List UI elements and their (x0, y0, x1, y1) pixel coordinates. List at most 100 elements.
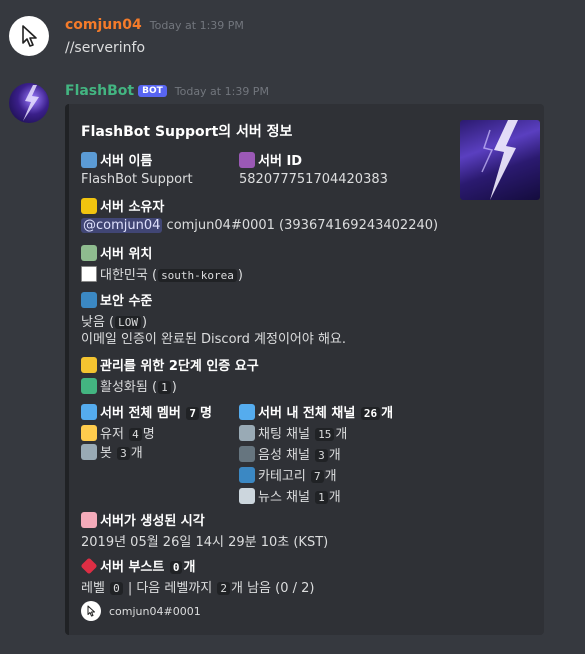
newspaper-icon (239, 488, 255, 504)
field-verification-label: 보안 수준 (81, 290, 152, 309)
cursor-avatar-icon (22, 25, 37, 47)
field-boost-label: 서버 부스트 0개 (80, 556, 196, 575)
voice-count: 3 (315, 449, 328, 462)
bots-label: 봇 (100, 446, 112, 461)
map-icon (81, 245, 97, 261)
keyboard-icon (239, 425, 255, 441)
boost-tail: 개 남음 (0 / 2) (231, 581, 315, 596)
boost-count: 0 (169, 561, 183, 574)
person-icon (81, 425, 97, 441)
boost-level: 0 (110, 582, 123, 595)
field-mfa-label: 관리를 위한 2단계 인증 요구 (81, 355, 259, 374)
news-label: 뉴스 채널 (258, 490, 310, 505)
user-avatar[interactable] (9, 16, 49, 56)
field-server-id-label: 서버 ID (239, 150, 302, 169)
users-label: 유저 (100, 427, 124, 442)
shield-icon (81, 292, 97, 308)
bots-unit: 개 (130, 446, 143, 461)
field-boost-value: 레벨 0 | 다음 레벨까지 2개 남음 (0 / 2) (81, 577, 314, 596)
cake-icon (81, 512, 97, 528)
category-unit: 개 (324, 469, 337, 484)
field-members-users: 유저 4명 (81, 423, 155, 442)
field-region-label: 서버 위치 (81, 243, 152, 262)
boost-unit: 개 (183, 560, 196, 575)
members-unit: 명 (199, 406, 212, 421)
users-unit: 명 (142, 427, 155, 442)
owner-mention[interactable]: @comjun04 (81, 218, 163, 233)
label-text: 서버가 생성된 시각 (100, 514, 205, 529)
region-name: 대한민국 (100, 268, 148, 283)
category-count: 7 (310, 470, 324, 483)
people-icon (81, 404, 97, 420)
field-channels-news: 뉴스 채널 1개 (239, 486, 341, 505)
text-count: 15 (315, 428, 335, 441)
crown-icon (81, 198, 97, 214)
bot-avatar[interactable] (9, 83, 49, 123)
members-count: 7 (186, 407, 199, 420)
lightning-thumbnail-icon (481, 120, 518, 200)
field-channels-voice: 음성 채널 3개 (239, 444, 341, 463)
embed-footer: comjun04#0001 (81, 601, 201, 621)
username[interactable]: comjun04 Today at 1:39 PM (65, 17, 244, 33)
id-icon (239, 152, 255, 168)
diamond-icon (80, 557, 98, 575)
lightning-avatar-icon (23, 85, 39, 121)
bot-username[interactable]: FlashBot BOT Today at 1:39 PM (65, 83, 269, 99)
users-count: 4 (129, 428, 142, 441)
boost-need: 2 (217, 582, 230, 595)
check-icon (81, 378, 97, 394)
desktop-icon (81, 152, 97, 168)
timestamp: Today at 1:39 PM (149, 19, 244, 32)
chat-icon (239, 404, 255, 420)
channels-label: 서버 내 전체 채널 (258, 406, 356, 421)
field-channels-category: 카테고리 7개 (239, 465, 337, 484)
region-code: south-korea (158, 269, 237, 282)
boost-label: 서버 부스트 (100, 560, 165, 575)
field-mfa-value: 활성화됨 (1) (81, 376, 177, 395)
bot-tag: BOT (138, 85, 167, 97)
message-text: //serverinfo (65, 40, 146, 56)
boost-mid: | 다음 레벨까지 (127, 581, 213, 596)
members-label: 서버 전체 멤버 (100, 406, 181, 421)
field-server-id-value: 582077751704420383 (239, 172, 388, 187)
label-text: 서버 ID (258, 154, 303, 169)
microphone-icon (239, 446, 255, 462)
owner-text: comjun04#0001 (393674169243402240) (166, 218, 439, 233)
news-count: 1 (315, 491, 328, 504)
boost-level-label: 레벨 (81, 581, 105, 596)
channels-unit: 개 (381, 406, 394, 421)
korea-flag-icon (81, 266, 97, 282)
field-server-name-label: 서버 이름 (81, 150, 152, 169)
field-owner-value: @comjun04 comjun04#0001 (393674169243402… (81, 218, 438, 233)
embed-thumbnail[interactable] (460, 120, 540, 200)
field-region-value: 대한민국 (south-korea) (81, 264, 243, 283)
news-unit: 개 (328, 490, 341, 505)
field-created-value: 2019년 05월 26일 14시 29분 10초 (KST) (81, 535, 329, 550)
server-info-embed: FlashBot Support의 서버 정보 서버 이름 FlashBot S… (65, 104, 544, 635)
footer-text: comjun04#0001 (109, 604, 201, 618)
voice-unit: 개 (328, 448, 341, 463)
field-channels-label: 서버 내 전체 채널 26 개 (239, 402, 393, 421)
username-text[interactable]: comjun04 (65, 17, 142, 33)
field-members-bots: 봇 3개 (81, 442, 143, 461)
bot-username-text[interactable]: FlashBot (65, 83, 134, 99)
footer-avatar (81, 601, 101, 621)
field-created-label: 서버가 생성된 시각 (81, 510, 205, 529)
field-verification-desc: 이메일 인증이 완료된 Discord 계정이어야 해요. (81, 332, 347, 347)
label-text: 서버 소유자 (100, 200, 165, 215)
label-text: 서버 위치 (100, 247, 153, 262)
folder-icon (239, 467, 255, 483)
label-text: 관리를 위한 2단계 인증 요구 (100, 359, 259, 374)
voice-label: 음성 채널 (258, 448, 310, 463)
field-owner-label: 서버 소유자 (81, 196, 164, 215)
field-members-label: 서버 전체 멤버 7명 (81, 402, 212, 421)
bots-count: 3 (117, 447, 130, 460)
lock-icon (81, 357, 97, 373)
text-unit: 개 (335, 427, 348, 442)
robot-icon (81, 444, 97, 460)
label-text: 서버 이름 (100, 154, 153, 169)
channels-count: 26 (360, 407, 381, 420)
embed-title: FlashBot Support의 서버 정보 (81, 124, 293, 140)
cursor-footer-icon (87, 605, 95, 617)
field-server-name-value: FlashBot Support (81, 172, 193, 187)
